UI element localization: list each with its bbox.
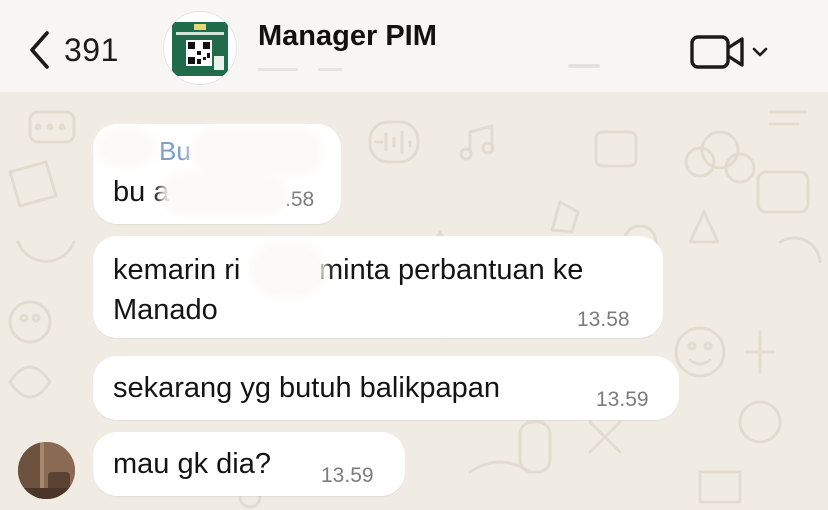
qr-poster-image [164, 12, 236, 84]
message-text-line-1b: minta perbantuan ke [319, 254, 584, 286]
message-time: 13.59 [596, 388, 649, 411]
video-camera-icon [690, 35, 744, 69]
chevron-left-icon [30, 31, 49, 69]
message-bubble-3[interactable]: sekarang yg butuh balikpapan 13.59 [93, 356, 679, 420]
redaction-scribble [168, 180, 280, 208]
chat-header: 391 Manager PIM [0, 0, 828, 92]
message-text: bu a [113, 176, 170, 208]
message-time: .58 [285, 188, 315, 211]
unread-count: 391 [64, 31, 119, 68]
message-bubble-2[interactable]: kemarin ri minta perbantuan ke Manado 13… [93, 236, 663, 338]
redaction-scribble [258, 250, 318, 290]
back-button[interactable]: 391 [28, 30, 119, 70]
avatar-photo [18, 442, 75, 499]
video-call-button[interactable] [690, 33, 768, 71]
chat-title[interactable]: Manager PIM [258, 20, 437, 53]
sender-name: Bu [159, 136, 191, 166]
group-avatar[interactable] [164, 12, 236, 84]
redaction-scribble [198, 136, 316, 168]
redacted-subtitle [258, 64, 600, 71]
message-text: sekarang yg butuh balikpapan [113, 372, 500, 404]
message-time: 13.58 [577, 308, 630, 331]
chevron-down-icon [752, 47, 768, 57]
message-time: 13.59 [321, 464, 374, 487]
sender-avatar[interactable] [18, 442, 75, 499]
message-text-line-1a: kemarin ri [113, 254, 241, 286]
redaction-scribble [106, 136, 148, 160]
message-text-line-2: Manado [113, 294, 218, 326]
message-text: mau gk dia? [113, 448, 271, 480]
message-list[interactable]: Bu bu a .58 kemarin ri minta perbantuan … [0, 92, 828, 510]
message-bubble-4[interactable]: mau gk dia? 13.59 [93, 432, 405, 496]
